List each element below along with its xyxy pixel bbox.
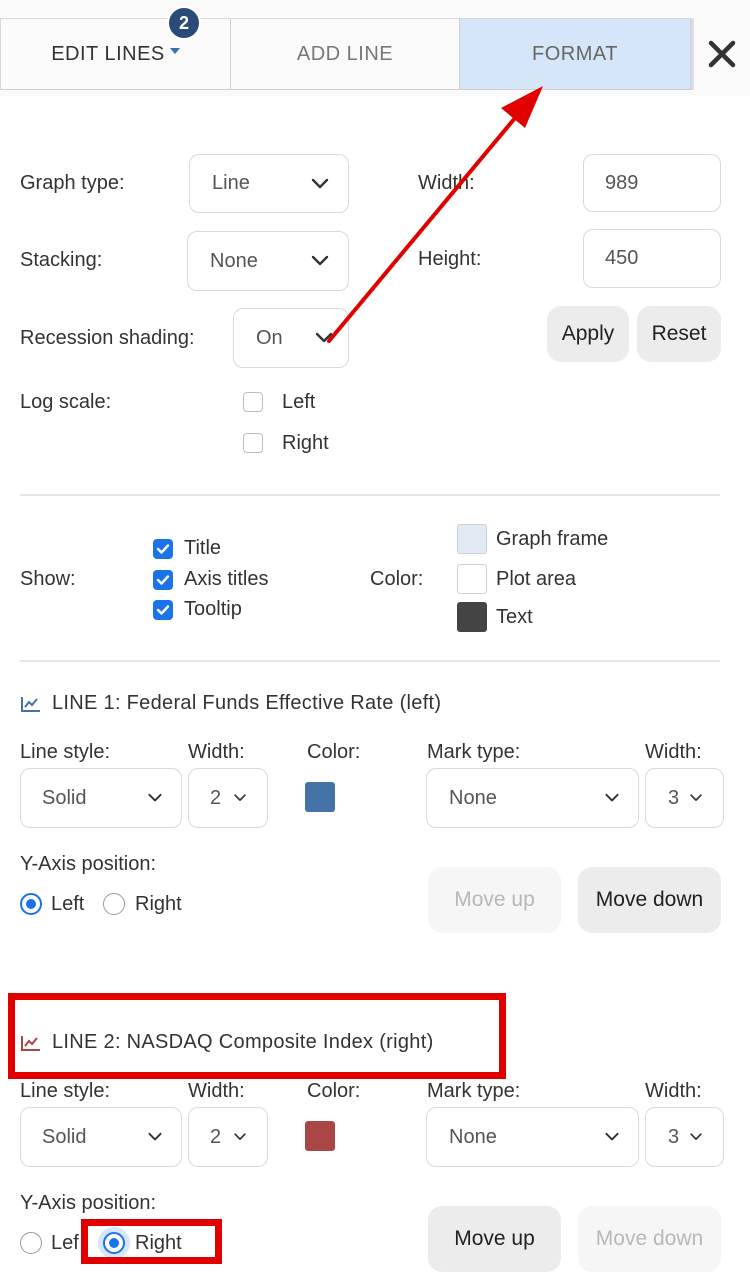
arrow-annotation-icon bbox=[327, 86, 543, 343]
